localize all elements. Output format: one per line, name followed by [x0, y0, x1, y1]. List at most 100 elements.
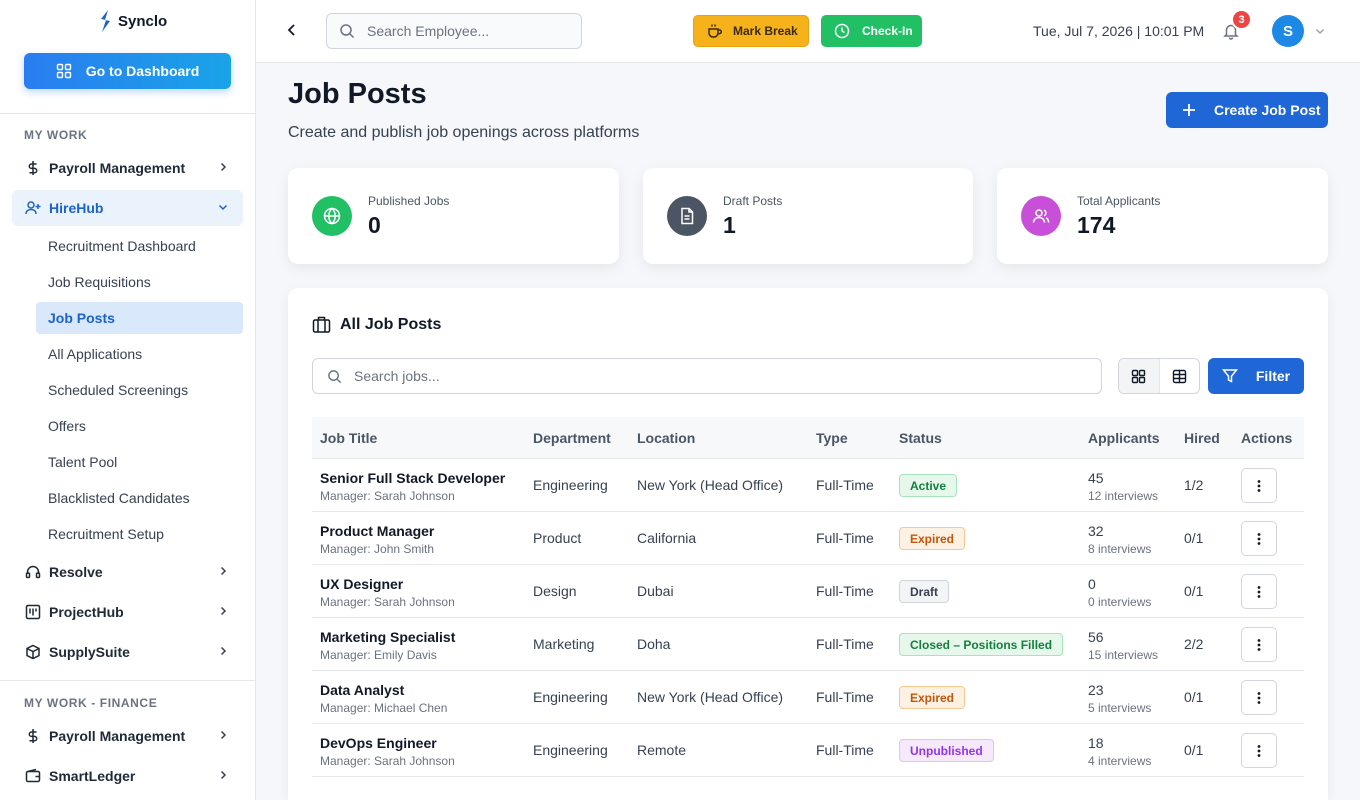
- sidebar-item-resolve[interactable]: Resolve: [12, 554, 243, 590]
- chevron-right-icon: [220, 566, 227, 576]
- row-actions-button[interactable]: [1241, 574, 1277, 609]
- hired-count: 0/1: [1184, 689, 1204, 705]
- stat-value: 1: [723, 212, 736, 238]
- sidebar-subitem-recruitment-dashboard[interactable]: Recruitment Dashboard: [36, 230, 243, 262]
- table-row[interactable]: Product Manager Manager: John Smith Produc…: [312, 512, 1304, 565]
- more-vertical-icon: [1257, 691, 1261, 704]
- sidebar-subitem-recruitment-setup[interactable]: Recruitment Setup: [36, 518, 243, 550]
- sidebar-item-smartledger[interactable]: SmartLedger: [12, 758, 243, 794]
- job-title[interactable]: Product Manager: [320, 523, 434, 539]
- employee-search-input[interactable]: [367, 23, 567, 39]
- job-search[interactable]: [312, 358, 1102, 394]
- sidebar-item-projecthub[interactable]: ProjectHub: [12, 594, 243, 630]
- mark-break-button[interactable]: Mark Break: [693, 15, 809, 47]
- filter-icon: [1221, 369, 1238, 383]
- sidebar-subitem-scheduled-screenings[interactable]: Scheduled Screenings: [36, 374, 243, 406]
- table-row[interactable]: Data Analyst Manager: Michael Chen Enginee…: [312, 671, 1304, 724]
- sidebar-item-label: Payroll Management: [49, 728, 186, 744]
- stat-label: Published Jobs: [368, 194, 450, 208]
- current-datetime: Tue, Jul 7, 2026 | 10:01 PM: [1033, 23, 1205, 39]
- sidebar-item-payroll-finance[interactable]: Payroll Management: [12, 718, 243, 754]
- chevron-right-icon: [220, 770, 227, 780]
- table-view-button[interactable]: [1160, 359, 1200, 393]
- kanban-icon: [25, 604, 41, 620]
- filter-button[interactable]: Filter: [1208, 358, 1304, 394]
- sidebar-subitem-all-applications[interactable]: All Applications: [36, 338, 243, 370]
- sidebar-subitem-job-requisitions[interactable]: Job Requisitions: [36, 266, 243, 298]
- go-to-dashboard-button[interactable]: Go to Dashboard: [24, 53, 231, 89]
- job-manager: Manager: Michael Chen: [320, 701, 448, 715]
- status-badge: Draft: [899, 580, 950, 603]
- table-header: Job Title Department Location Type Statu…: [312, 417, 1304, 459]
- column-header[interactable]: Status: [899, 430, 942, 446]
- table-row[interactable]: Senior Full Stack Developer Manager: Sara…: [312, 459, 1304, 512]
- row-actions-button[interactable]: [1241, 627, 1277, 662]
- sidebar-item-payroll[interactable]: Payroll Management: [12, 150, 243, 186]
- more-vertical-icon: [1257, 532, 1261, 545]
- job-title[interactable]: Marketing Specialist: [320, 629, 455, 645]
- job-title[interactable]: UX Designer: [320, 576, 403, 592]
- job-type: Full-Time: [816, 689, 874, 705]
- sidebar-item-hirehub[interactable]: HireHub: [12, 190, 243, 226]
- sidebar-divider: [0, 680, 256, 681]
- grid-icon: [1132, 369, 1146, 383]
- row-actions-button[interactable]: [1241, 521, 1277, 556]
- table-row[interactable]: Marketing Specialist Manager: Emily Davis…: [312, 618, 1304, 671]
- column-header[interactable]: Department: [533, 430, 611, 446]
- interview-count: 4 interviews: [1088, 754, 1152, 768]
- row-actions-button[interactable]: [1241, 733, 1277, 768]
- interview-count: 8 interviews: [1088, 542, 1152, 556]
- dashboard-button-label: Go to Dashboard: [85, 63, 200, 79]
- chevron-down-icon[interactable]: [1314, 25, 1326, 37]
- job-location: New York (Head Office): [637, 477, 784, 493]
- job-title[interactable]: DevOps Engineer: [320, 735, 437, 751]
- grid-view-button[interactable]: [1119, 359, 1160, 393]
- row-actions-button[interactable]: [1241, 468, 1277, 503]
- sidebar-subitem-offers[interactable]: Offers: [36, 410, 243, 442]
- column-header[interactable]: Type: [816, 430, 848, 446]
- create-job-post-button[interactable]: Create Job Post: [1166, 92, 1328, 128]
- check-in-button[interactable]: Check-In: [821, 15, 922, 47]
- stat-card-published: Published Jobs 0: [288, 168, 619, 264]
- sidebar-subitem-blacklisted-candidates[interactable]: Blacklisted Candidates: [36, 482, 243, 514]
- view-toggle: [1118, 358, 1200, 394]
- job-title[interactable]: Data Analyst: [320, 682, 404, 698]
- column-header[interactable]: Location: [637, 430, 695, 446]
- job-manager: Manager: Sarah Johnson: [320, 595, 455, 609]
- job-title[interactable]: Senior Full Stack Developer: [320, 470, 505, 486]
- chevron-left-icon[interactable]: [284, 22, 300, 38]
- employee-search[interactable]: [326, 13, 582, 49]
- hired-count: 2/2: [1184, 636, 1204, 652]
- applicant-count: 56: [1088, 629, 1104, 645]
- more-vertical-icon: [1257, 585, 1261, 598]
- chevron-right-icon: [220, 606, 227, 616]
- sidebar-item-label: Payroll Management: [49, 160, 186, 176]
- table-row[interactable]: UX Designer Manager: Sarah Johnson Design D…: [312, 565, 1304, 618]
- sidebar-subitem-job-posts[interactable]: Job Posts: [36, 302, 243, 334]
- job-search-input[interactable]: [354, 368, 1054, 384]
- column-header[interactable]: Job Title: [320, 430, 377, 446]
- sidebar-item-supplysuite[interactable]: SupplySuite: [12, 634, 243, 670]
- column-header[interactable]: Applicants: [1088, 430, 1160, 446]
- applicant-count: 23: [1088, 682, 1104, 698]
- stat-card-applicants: Total Applicants 174: [997, 168, 1328, 264]
- table-row[interactable]: DevOps Engineer Manager: Sarah Johnson Eng…: [312, 724, 1304, 777]
- sidebar-item-label: SmartLedger: [49, 768, 136, 784]
- more-vertical-icon: [1257, 638, 1261, 651]
- interview-count: 0 interviews: [1088, 595, 1152, 609]
- chevron-right-icon: [220, 162, 227, 172]
- stat-value: 0: [368, 212, 381, 238]
- job-location: Doha: [637, 636, 671, 652]
- sidebar-item-label: SupplySuite: [49, 644, 130, 660]
- search-icon: [328, 369, 342, 383]
- job-department: Product: [533, 530, 582, 546]
- clock-icon: [834, 23, 850, 39]
- sidebar-item-label: HireHub: [49, 200, 104, 216]
- column-header[interactable]: Hired: [1184, 430, 1220, 446]
- sidebar-subitem-talent-pool[interactable]: Talent Pool: [36, 446, 243, 478]
- user-avatar[interactable]: S: [1272, 15, 1304, 47]
- job-location: California: [637, 530, 697, 546]
- row-actions-button[interactable]: [1241, 680, 1277, 715]
- app-logo[interactable]: Synclo: [96, 8, 167, 34]
- coffee-icon: [708, 24, 723, 38]
